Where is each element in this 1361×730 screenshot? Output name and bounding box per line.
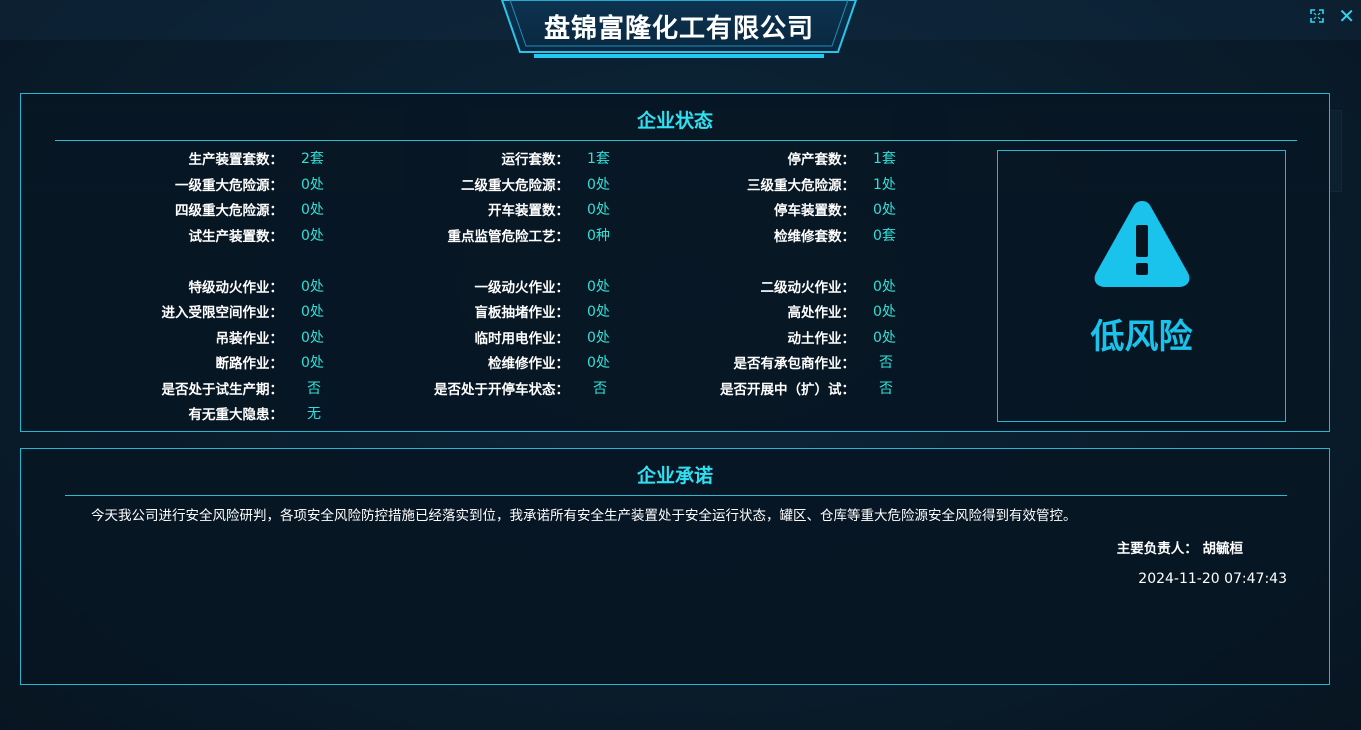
status-label: 断路作业： — [215, 356, 284, 372]
divider — [65, 495, 1287, 496]
status-value: 1处 — [873, 177, 896, 193]
status-label: 一级动火作业： — [474, 280, 570, 296]
status-label: 检维修作业： — [488, 356, 569, 372]
enterprise-promise-panel: 企业承诺 今天我公司进行安全风险研判，各项安全风险防控措施已经落实到位，我承诺所… — [20, 448, 1330, 685]
status-value: 0处 — [301, 304, 324, 320]
owner-name: 胡毓桓 — [1202, 541, 1244, 557]
status-value: 0处 — [301, 177, 324, 193]
status-value: 0处 — [587, 177, 610, 193]
status-label: 一级重大危险源： — [175, 178, 283, 194]
status-value: 0处 — [873, 304, 896, 320]
status-value: 0处 — [873, 279, 896, 295]
status-value: 0处 — [301, 228, 324, 244]
risk-level-card: 低风险 — [997, 150, 1286, 422]
status-label: 运行套数： — [501, 152, 570, 168]
promise-panel-title: 企业承诺 — [636, 465, 713, 487]
risk-level-label: 低风险 — [1090, 317, 1193, 357]
responsible-person: 主要负责人： 胡毓桓 — [1117, 537, 1243, 557]
status-label: 开车装置数： — [488, 203, 569, 219]
status-value: 1套 — [873, 151, 896, 167]
divider — [55, 140, 1297, 141]
status-label: 是否处于试生产期： — [161, 382, 284, 398]
status-panel-title: 企业状态 — [636, 110, 713, 132]
status-label: 二级动火作业： — [760, 280, 856, 296]
close-icon[interactable]: ✕ — [1338, 6, 1355, 26]
promise-statement: 今天我公司进行安全风险研判，各项安全风险防控措施已经落实到位，我承诺所有安全生产… — [91, 508, 1077, 524]
page-title: 盘锦富隆化工有限公司 — [543, 14, 814, 44]
status-label: 是否处于开停车状态： — [434, 382, 569, 398]
status-value: 0处 — [873, 330, 896, 346]
status-label: 试生产装置数： — [188, 229, 284, 245]
status-label: 临时用电作业： — [474, 331, 570, 347]
status-value: 0处 — [873, 202, 896, 218]
status-label: 生产装置套数： — [188, 152, 284, 168]
status-label: 吊装作业： — [215, 331, 284, 347]
status-value: 无 — [307, 406, 321, 422]
status-value: 否 — [879, 355, 893, 371]
status-label: 进入受限空间作业： — [161, 305, 284, 321]
promise-timestamp: 2024-11-20 07:47:43 — [1138, 571, 1287, 587]
status-value: 0处 — [301, 330, 324, 346]
warning-triangle-icon — [1094, 201, 1190, 287]
owner-label: 主要负责人： — [1116, 541, 1198, 557]
status-label: 四级重大危险源： — [175, 203, 283, 219]
title-banner: 盘锦富隆化工有限公司 — [500, 0, 858, 60]
fullscreen-icon[interactable] — [1310, 9, 1325, 23]
status-value: 0处 — [587, 279, 610, 295]
status-label: 重点监管危险工艺： — [447, 229, 570, 245]
enterprise-status-panel: 企业状态 生产装置套数： 2套 一级重大危险源： 0处 四级重大危险源： 0处 试生产装置数… — [20, 93, 1330, 432]
status-value: 否 — [307, 381, 321, 397]
status-value: 否 — [593, 381, 607, 397]
status-label: 高处作业： — [787, 305, 856, 321]
status-label: 检维修套数： — [774, 229, 855, 245]
status-label: 动土作业： — [787, 331, 856, 347]
status-label: 是否有承包商作业： — [733, 356, 856, 372]
status-label: 有无重大隐患： — [188, 407, 284, 423]
status-label: 三级重大危险源： — [747, 178, 855, 194]
status-label: 停车装置数： — [774, 203, 855, 219]
status-value: 1套 — [587, 151, 610, 167]
status-value: 否 — [879, 381, 893, 397]
status-value: 2套 — [301, 151, 324, 167]
status-value: 0处 — [301, 355, 324, 371]
status-label: 停产套数： — [787, 152, 856, 168]
status-label: 盲板抽堵作业： — [474, 305, 570, 321]
status-value: 0处 — [587, 202, 610, 218]
status-value: 0处 — [587, 355, 610, 371]
status-value: 0处 — [301, 279, 324, 295]
status-value: 0处 — [301, 202, 324, 218]
status-value: 0处 — [587, 330, 610, 346]
window-controls: ✕ — [1310, 6, 1355, 26]
status-value: 0种 — [587, 228, 610, 244]
status-value: 0处 — [587, 304, 610, 320]
status-label: 是否开展中（扩）试： — [720, 382, 855, 398]
status-label: 特级动火作业： — [188, 280, 284, 296]
status-label: 二级重大危险源： — [461, 178, 569, 194]
status-value: 0套 — [873, 228, 896, 244]
